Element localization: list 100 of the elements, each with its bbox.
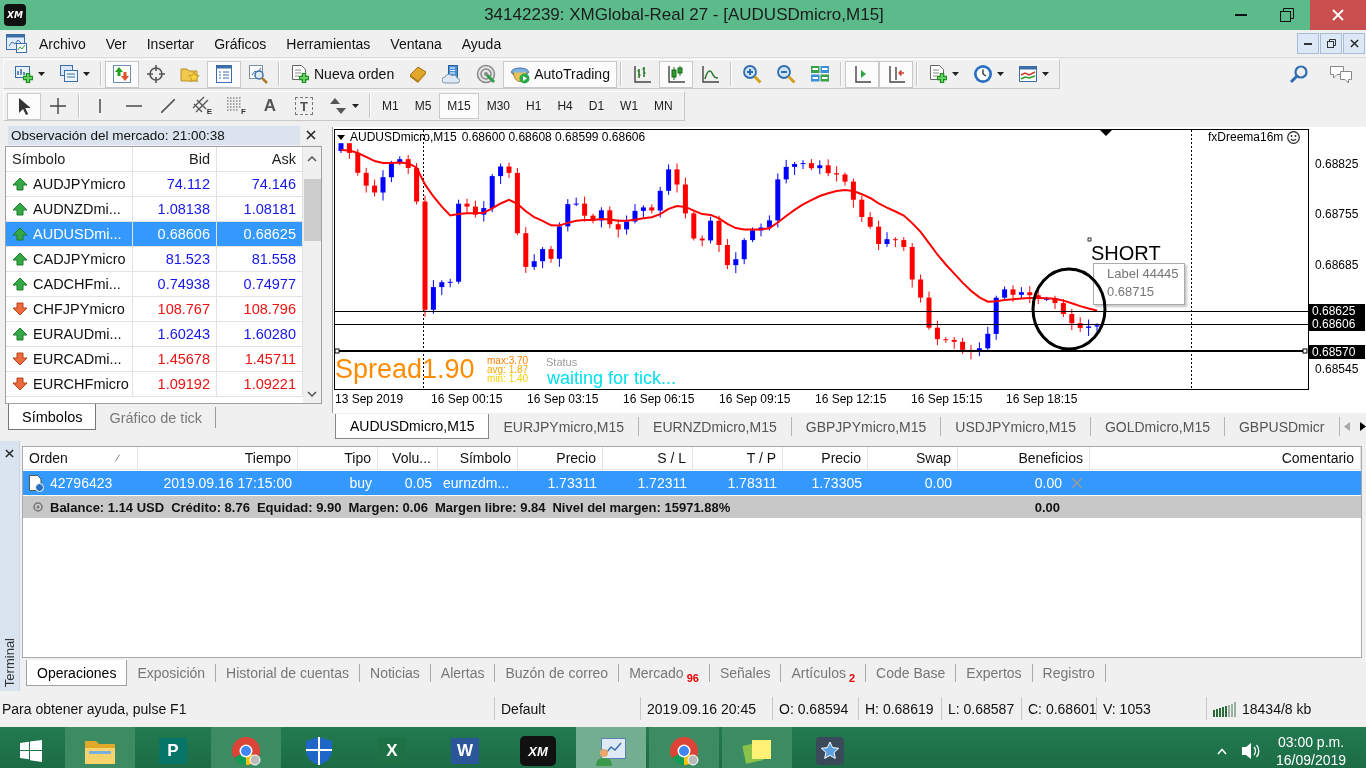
timeframe-button[interactable]: M5	[406, 93, 440, 119]
chart-tab[interactable]: USDJPYmicro,M15	[941, 417, 1091, 436]
toolbar-button[interactable]: Nueva orden	[283, 60, 402, 88]
quote-row[interactable]: CADCHFmi... 0.74938 0.74977	[6, 272, 303, 297]
price-label: 0.68545	[1314, 362, 1360, 376]
column-header[interactable]: Orden	[29, 450, 68, 466]
terminal-tab[interactable]: Mercado 96	[619, 664, 710, 682]
time-label: 16 Sep 03:15	[527, 392, 599, 406]
server-cloud-icon	[442, 64, 463, 84]
column-header[interactable]: Símbolo	[438, 447, 518, 469]
column-header[interactable]: S / L	[603, 447, 693, 469]
timeframe-button[interactable]: H4	[549, 93, 581, 119]
timeframe-button[interactable]: M30	[478, 93, 519, 119]
taskbar-button[interactable]: W	[430, 727, 500, 768]
shield-icon	[305, 736, 333, 766]
price-reading: O: 0.68594	[772, 697, 858, 720]
toolbar-button[interactable]	[7, 92, 41, 120]
quote-row[interactable]: EURCHFmicro 1.09192 1.09221	[6, 372, 303, 397]
chart-tab[interactable]: GBPJPYmicro,M15	[791, 417, 942, 436]
column-header[interactable]: T / P	[693, 447, 783, 469]
quote-row[interactable]: AUDJPYmicro 74.112 74.146	[6, 172, 303, 197]
quote-row[interactable]: CHFJPYmicro 108.767 108.796	[6, 297, 303, 322]
terminal-tab[interactable]: Señales	[709, 664, 782, 682]
close-icon	[5, 448, 14, 458]
minimize-icon	[1304, 42, 1312, 45]
chart-tab[interactable]: EURJPYmicro,M15	[489, 417, 640, 436]
column-header[interactable]: Símbolo	[6, 147, 133, 172]
price-label: 0.68825	[1314, 157, 1360, 171]
column-header[interactable]: Volu...	[378, 447, 438, 469]
column-header[interactable]: Bid	[133, 147, 217, 172]
tray-button[interactable]	[1217, 747, 1227, 755]
timeframe-button[interactable]: M1	[374, 93, 407, 119]
chart-tab[interactable]: EURNZDmicro,M15	[639, 417, 792, 436]
toolbar-button[interactable]: AutoTrading	[503, 60, 617, 88]
taskbar-button[interactable]	[576, 727, 646, 768]
template-chart-icon	[1017, 64, 1038, 84]
menu-item[interactable]: Ayuda	[451, 32, 512, 55]
taskbar-button[interactable]	[722, 727, 792, 768]
timeframe-button[interactable]: W1	[612, 93, 647, 119]
account-figure: Equidad: 9.90	[256, 499, 342, 515]
price-label: 0.68606	[1309, 317, 1365, 331]
profile-name: Default	[494, 697, 640, 720]
time-label: 13 Sep 2019	[335, 392, 404, 406]
letter-tile-icon: W	[451, 738, 479, 764]
restore-button[interactable]	[1320, 33, 1342, 54]
quote-row[interactable]: EURCADmi... 1.45678 1.45711	[6, 347, 303, 372]
toolbar-button[interactable]	[207, 60, 241, 88]
timeframe-button[interactable]: MN	[646, 93, 681, 119]
quote-row[interactable]: EURAUDmi... 1.60243 1.60280	[6, 322, 303, 347]
status-message: waiting for tick...	[547, 368, 677, 388]
column-header[interactable]: Precio	[783, 447, 868, 469]
toolbar-button[interactable]: T	[287, 92, 321, 120]
terminal-tab[interactable]: Operaciones	[26, 660, 128, 686]
close-icon	[1332, 9, 1344, 21]
timeframe-button[interactable]: M15	[439, 93, 479, 119]
menu-item[interactable]: Ver	[95, 32, 137, 55]
terminal-tab[interactable]: Noticias	[360, 664, 431, 682]
column-header[interactable]: Swap	[868, 447, 958, 469]
terminal-tab[interactable]: Exposición	[127, 664, 217, 682]
panel-tab[interactable]: Gráfico de tick	[96, 407, 217, 428]
menu-item[interactable]: Archivo	[29, 32, 96, 55]
menu-item[interactable]: Insertar	[136, 32, 205, 55]
taskbar-button[interactable]: XM	[503, 727, 573, 768]
chart-tab[interactable]: AUDUSDmicro,M15	[335, 414, 490, 439]
taskbar-button[interactable]	[649, 727, 719, 768]
terminal-tab[interactable]: Registro	[1032, 664, 1106, 682]
taskbar-button[interactable]	[65, 727, 135, 768]
symbol-name: AUDNZDmi...	[33, 201, 121, 217]
menu-item[interactable]: Ventana	[380, 32, 452, 55]
terminal-tab[interactable]: Artículos 2	[781, 664, 867, 682]
column-header[interactable]: Tipo	[298, 447, 378, 469]
timeframe-button[interactable]: H1	[518, 93, 550, 119]
column-header[interactable]: Tiempo	[138, 447, 298, 469]
terminal-tab[interactable]: Code Base	[866, 664, 957, 682]
scrollbar-thumb[interactable]	[303, 179, 321, 241]
column-header[interactable]: Beneficios	[958, 447, 1090, 469]
terminal-tab[interactable]: Historial de cuentas	[216, 664, 361, 682]
close-button[interactable]	[1343, 33, 1365, 54]
toolbar-button[interactable]: E	[185, 92, 219, 120]
panel-tab[interactable]: Símbolos	[8, 404, 97, 430]
terminal-tab[interactable]: Expertos	[956, 664, 1033, 682]
taskbar-button[interactable]	[211, 727, 281, 768]
taskbar-button[interactable]: P	[138, 727, 208, 768]
terminal-tab[interactable]: Buzón de correo	[495, 664, 620, 682]
menu-item[interactable]: Herramientas	[276, 32, 381, 55]
toolbar-button[interactable]: A	[253, 92, 287, 120]
timeframe-button[interactable]: D1	[580, 93, 613, 119]
volume-button[interactable]	[1241, 740, 1260, 762]
taskbar-button[interactable]: X	[357, 727, 427, 768]
toolbar-button[interactable]: F	[219, 92, 253, 120]
chart-tab[interactable]: GBPUSDmicr	[1224, 417, 1340, 436]
chart-tab[interactable]: GOLDmicro,M15	[1090, 417, 1225, 436]
column-header[interactable]: Comentario	[1090, 447, 1361, 469]
menu-item[interactable]: Gráficos	[204, 32, 277, 55]
terminal-tab[interactable]: Alertas	[430, 664, 496, 682]
quote-row[interactable]: CADJPYmicro 81.523 81.558	[6, 247, 303, 272]
minimize-button[interactable]	[1297, 33, 1319, 54]
column-header[interactable]: Precio	[518, 447, 603, 469]
close-icon	[306, 130, 316, 140]
person-chart-icon	[595, 735, 627, 767]
